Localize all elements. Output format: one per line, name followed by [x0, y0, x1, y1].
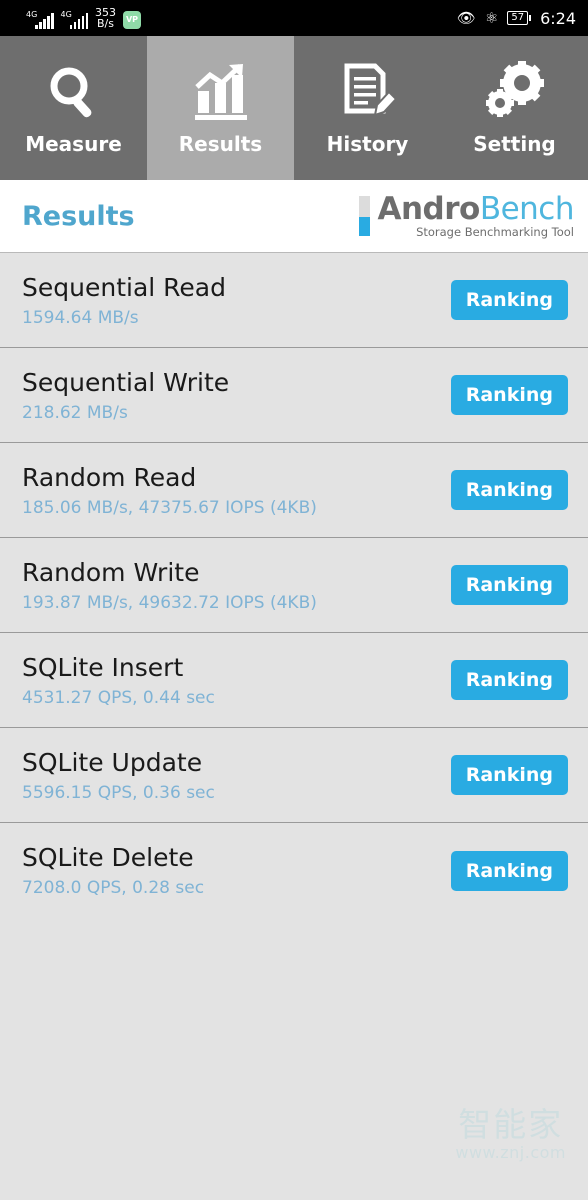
table-row[interactable]: Random Read 185.06 MB/s, 47375.67 IOPS (… [0, 443, 588, 538]
network-speed-indicator: 353 B/s [95, 7, 116, 29]
result-texts: SQLite Insert 4531.27 QPS, 0.44 sec [22, 653, 215, 708]
result-value: 193.87 MB/s, 49632.72 IOPS (4KB) [22, 592, 317, 613]
status-bar: 4G 4G 353 B/s VP 👁 ⚛ 57 6:24 [0, 0, 588, 36]
logo-andro: Andro [377, 191, 480, 227]
tab-history[interactable]: History [294, 36, 441, 180]
ranking-button[interactable]: Ranking [450, 280, 568, 320]
eye-icon: 👁 [456, 8, 476, 27]
logo-wordmark: AndroBench [377, 193, 574, 225]
result-texts: SQLite Delete 7208.0 QPS, 0.28 sec [22, 843, 204, 898]
result-texts: Random Write 193.87 MB/s, 49632.72 IOPS … [22, 558, 317, 613]
ranking-button[interactable]: Ranking [450, 470, 568, 510]
bar-chart-icon [190, 61, 252, 123]
watermark-logo: 智能家 [458, 1105, 564, 1144]
result-value: 4531.27 QPS, 0.44 sec [22, 687, 215, 708]
result-title: Sequential Write [22, 367, 230, 397]
watermark: 智能家 www.znj.com [455, 1105, 566, 1163]
magnifier-icon [43, 61, 105, 123]
bluetooth-icon: ⚛ [484, 8, 499, 27]
logo-mark-icon [359, 196, 371, 236]
result-title: Sequential Read [22, 272, 226, 302]
tab-measure-label: Measure [25, 131, 122, 156]
signal-strength-sim2-icon: 4G [60, 10, 88, 29]
results-list: Sequential Read 1594.64 MB/s Ranking Seq… [0, 253, 588, 918]
vpn-icon: VP [123, 11, 141, 29]
gears-icon [484, 60, 546, 123]
androbench-logo: AndroBench Storage Benchmarking Tool [359, 193, 575, 239]
result-texts: Sequential Read 1594.64 MB/s [22, 273, 226, 328]
result-title: SQLite Update [22, 747, 203, 777]
table-row[interactable]: SQLite Delete 7208.0 QPS, 0.28 sec Ranki… [0, 823, 588, 918]
tab-measure[interactable]: Measure [0, 36, 147, 180]
results-header: Results AndroBench Storage Benchmarking … [0, 180, 588, 253]
result-title: Random Write [22, 557, 200, 587]
tab-bar: Measure Results History Setting [0, 36, 588, 180]
table-row[interactable]: Sequential Write 218.62 MB/s Ranking [0, 348, 588, 443]
result-value: 218.62 MB/s [22, 402, 128, 423]
result-title: Random Read [22, 462, 197, 492]
ranking-button[interactable]: Ranking [450, 375, 568, 415]
tab-results-label: Results [178, 131, 263, 156]
status-bar-right: 👁 ⚛ 57 6:24 [457, 9, 576, 28]
logo-text: AndroBench Storage Benchmarking Tool [377, 193, 574, 239]
result-texts: Random Read 185.06 MB/s, 47375.67 IOPS (… [22, 463, 317, 518]
result-value: 7208.0 QPS, 0.28 sec [22, 878, 205, 898]
signal-strength-sim1-icon: 4G [26, 10, 54, 29]
watermark-url: www.znj.com [455, 1143, 566, 1162]
table-row[interactable]: SQLite Insert 4531.27 QPS, 0.44 sec Rank… [0, 633, 588, 728]
table-row[interactable]: Random Write 193.87 MB/s, 49632.72 IOPS … [0, 538, 588, 633]
logo-bench: Bench [479, 191, 575, 227]
result-title: SQLite Insert [22, 652, 184, 682]
ranking-button[interactable]: Ranking [450, 850, 568, 891]
result-value: 1594.64 MB/s [22, 307, 139, 328]
tab-setting[interactable]: Setting [441, 36, 588, 180]
table-row[interactable]: Sequential Read 1594.64 MB/s Ranking [0, 253, 588, 348]
status-bar-left: 4G 4G 353 B/s VP [12, 7, 141, 29]
signal-sim1-label: 4G [26, 10, 38, 19]
result-texts: SQLite Update 5596.15 QPS, 0.36 sec [22, 748, 215, 803]
signal-sim2-label: 4G [60, 10, 72, 19]
network-speed-unit: B/s [97, 17, 114, 30]
battery-level-label: 57 [507, 11, 529, 25]
result-texts: Sequential Write 218.62 MB/s [22, 368, 229, 423]
ranking-button[interactable]: Ranking [450, 565, 568, 605]
result-value: 185.06 MB/s, 47375.67 IOPS (4KB) [22, 497, 317, 518]
result-value: 5596.15 QPS, 0.36 sec [22, 782, 215, 803]
logo-tagline: Storage Benchmarking Tool [416, 225, 574, 239]
tab-history-label: History [326, 131, 409, 156]
page-title: Results [22, 200, 135, 232]
ranking-button[interactable]: Ranking [450, 660, 568, 700]
tab-results[interactable]: Results [147, 36, 294, 180]
table-row[interactable]: SQLite Update 5596.15 QPS, 0.36 sec Rank… [0, 728, 588, 823]
clock-label: 6:24 [540, 8, 576, 28]
tab-setting-label: Setting [473, 131, 556, 156]
result-title: SQLite Delete [22, 843, 194, 872]
document-pencil-icon [337, 61, 399, 123]
ranking-button[interactable]: Ranking [450, 755, 568, 795]
battery-icon: 57 [507, 11, 532, 25]
